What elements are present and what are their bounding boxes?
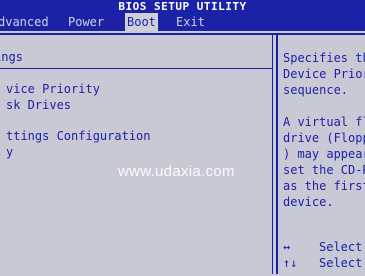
up-down-arrows-icon: ↑↓ (283, 256, 298, 270)
security-item[interactable]: y (0, 145, 13, 159)
disk-drives-item[interactable]: sk Drives (0, 98, 71, 112)
menu-bar: dvanced Power Boot Exit (0, 13, 365, 31)
menu-power[interactable]: Power (68, 13, 104, 31)
help-text: Specifies the Device Priori sequence. A … (283, 51, 365, 209)
key-hint-row: ↑↓ Select (283, 256, 362, 270)
watermark: www.udaxia.com (118, 163, 235, 180)
menu-advanced[interactable]: dvanced (0, 13, 49, 31)
key-hint-row: ↔ Select (283, 240, 362, 254)
key-hint-action: Select (319, 256, 363, 270)
left-right-arrows-icon: ↔ (283, 240, 291, 254)
boot-settings-configuration-item[interactable]: ttings Configuration (0, 129, 151, 143)
boot-device-priority-item[interactable]: vice Priority (0, 82, 100, 96)
bios-title: BIOS SETUP UTILITY (0, 0, 365, 13)
menu-exit[interactable]: Exit (176, 13, 205, 31)
panel-divider-inner (272, 33, 273, 274)
section-underline (0, 68, 272, 69)
key-hint-action: Select (319, 240, 363, 254)
panel-divider (276, 33, 278, 274)
menu-boot[interactable]: Boot (125, 13, 158, 31)
section-title: ings (0, 50, 23, 64)
